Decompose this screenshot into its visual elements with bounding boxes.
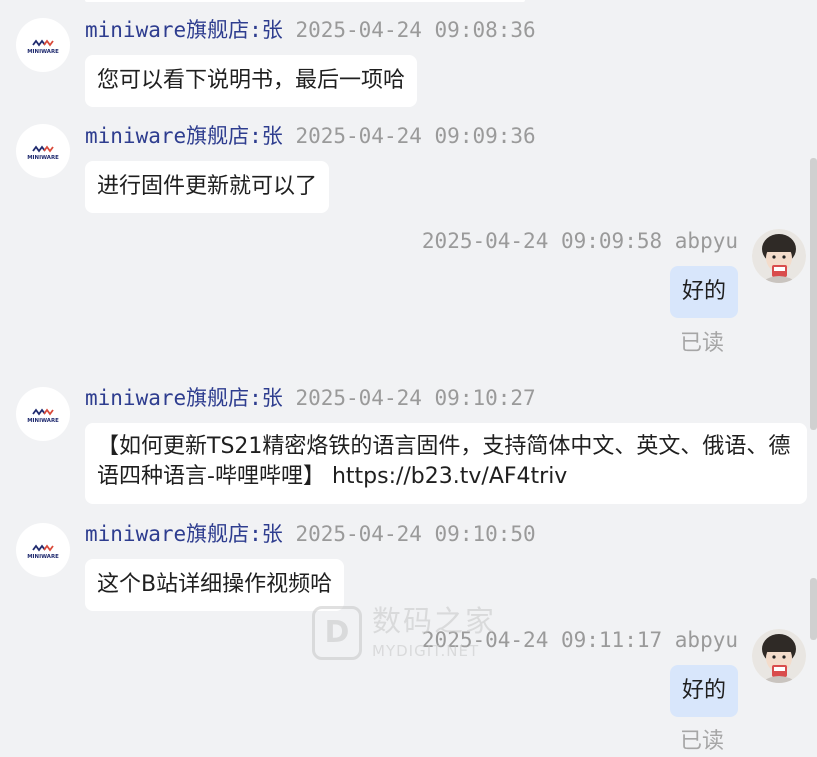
message-meta: 2025-04-24 09:11:17 abpyu [422, 627, 738, 653]
message-bubble[interactable]: 您可以看下说明书，最后一项哈 [85, 55, 418, 107]
miniware-logo-text: MINIWARE [27, 418, 59, 424]
miniware-logo-icon: MINIWARE [27, 145, 59, 161]
chat-history[interactable]: MINIWARE miniware旗舰店:张 2025-04-24 09:08:… [0, 0, 817, 757]
message-meta: 2025-04-24 09:09:58 abpyu [422, 228, 738, 254]
shop-avatar[interactable]: MINIWARE [16, 523, 70, 577]
message-bubble[interactable]: 好的 [669, 266, 738, 318]
user-photo-avatar [752, 629, 806, 683]
miniware-logo-text: MINIWARE [27, 49, 59, 55]
read-status: 已读 [680, 729, 725, 754]
miniware-logo-icon: MINIWARE [27, 544, 59, 560]
video-link[interactable]: https://b23.tv/AF4triv [332, 464, 567, 489]
user-name[interactable]: abpyu [675, 229, 738, 253]
user-avatar[interactable] [752, 229, 806, 283]
sender-name[interactable]: miniware旗舰店:张 [85, 18, 283, 42]
previous-bubble-edge [85, 0, 525, 2]
miniware-logo-icon: MINIWARE [27, 408, 59, 424]
message-time: 2025-04-24 09:11:17 [421, 628, 663, 652]
message-meta: miniware旗舰店:张 2025-04-24 09:10:27 [85, 385, 536, 411]
user-photo-avatar [752, 229, 806, 283]
message-bubble[interactable]: 【如何更新TS21精密烙铁的语言固件，支持简体中文、英文、俄语、德语四种语言-哔… [85, 423, 807, 504]
sender-name[interactable]: miniware旗舰店:张 [85, 522, 283, 546]
message-time: 2025-04-24 09:08:36 [295, 18, 536, 42]
message-meta: miniware旗舰店:张 2025-04-24 09:10:50 [85, 521, 536, 547]
message-meta: miniware旗舰店:张 2025-04-24 09:08:36 [85, 17, 536, 43]
sender-name[interactable]: miniware旗舰店:张 [85, 124, 283, 148]
sender-name[interactable]: miniware旗舰店:张 [85, 386, 283, 410]
read-status: 已读 [680, 331, 725, 356]
message-meta: miniware旗舰店:张 2025-04-24 09:09:36 [85, 123, 536, 149]
watermark-logo-icon: D [312, 606, 362, 660]
user-avatar[interactable] [752, 629, 806, 683]
miniware-logo-icon: MINIWARE [27, 39, 59, 55]
shop-avatar[interactable]: MINIWARE [16, 124, 70, 178]
message-time: 2025-04-24 09:10:50 [295, 522, 536, 546]
message-time: 2025-04-24 09:10:27 [295, 386, 536, 410]
user-name[interactable]: abpyu [675, 628, 738, 652]
message-bubble[interactable]: 这个B站详细操作视频哈 [85, 559, 345, 611]
shop-avatar[interactable]: MINIWARE [16, 18, 70, 72]
message-time: 2025-04-24 09:09:36 [295, 124, 536, 148]
message-bubble[interactable]: 好的 [669, 665, 738, 717]
miniware-logo-text: MINIWARE [27, 155, 59, 161]
scrollbar-thumb[interactable] [810, 158, 817, 430]
shop-avatar[interactable]: MINIWARE [16, 387, 70, 441]
scrollbar-thumb-secondary[interactable] [810, 578, 817, 640]
miniware-logo-text: MINIWARE [27, 554, 59, 560]
message-bubble[interactable]: 进行固件更新就可以了 [85, 161, 330, 213]
message-time: 2025-04-24 09:09:58 [421, 229, 663, 253]
